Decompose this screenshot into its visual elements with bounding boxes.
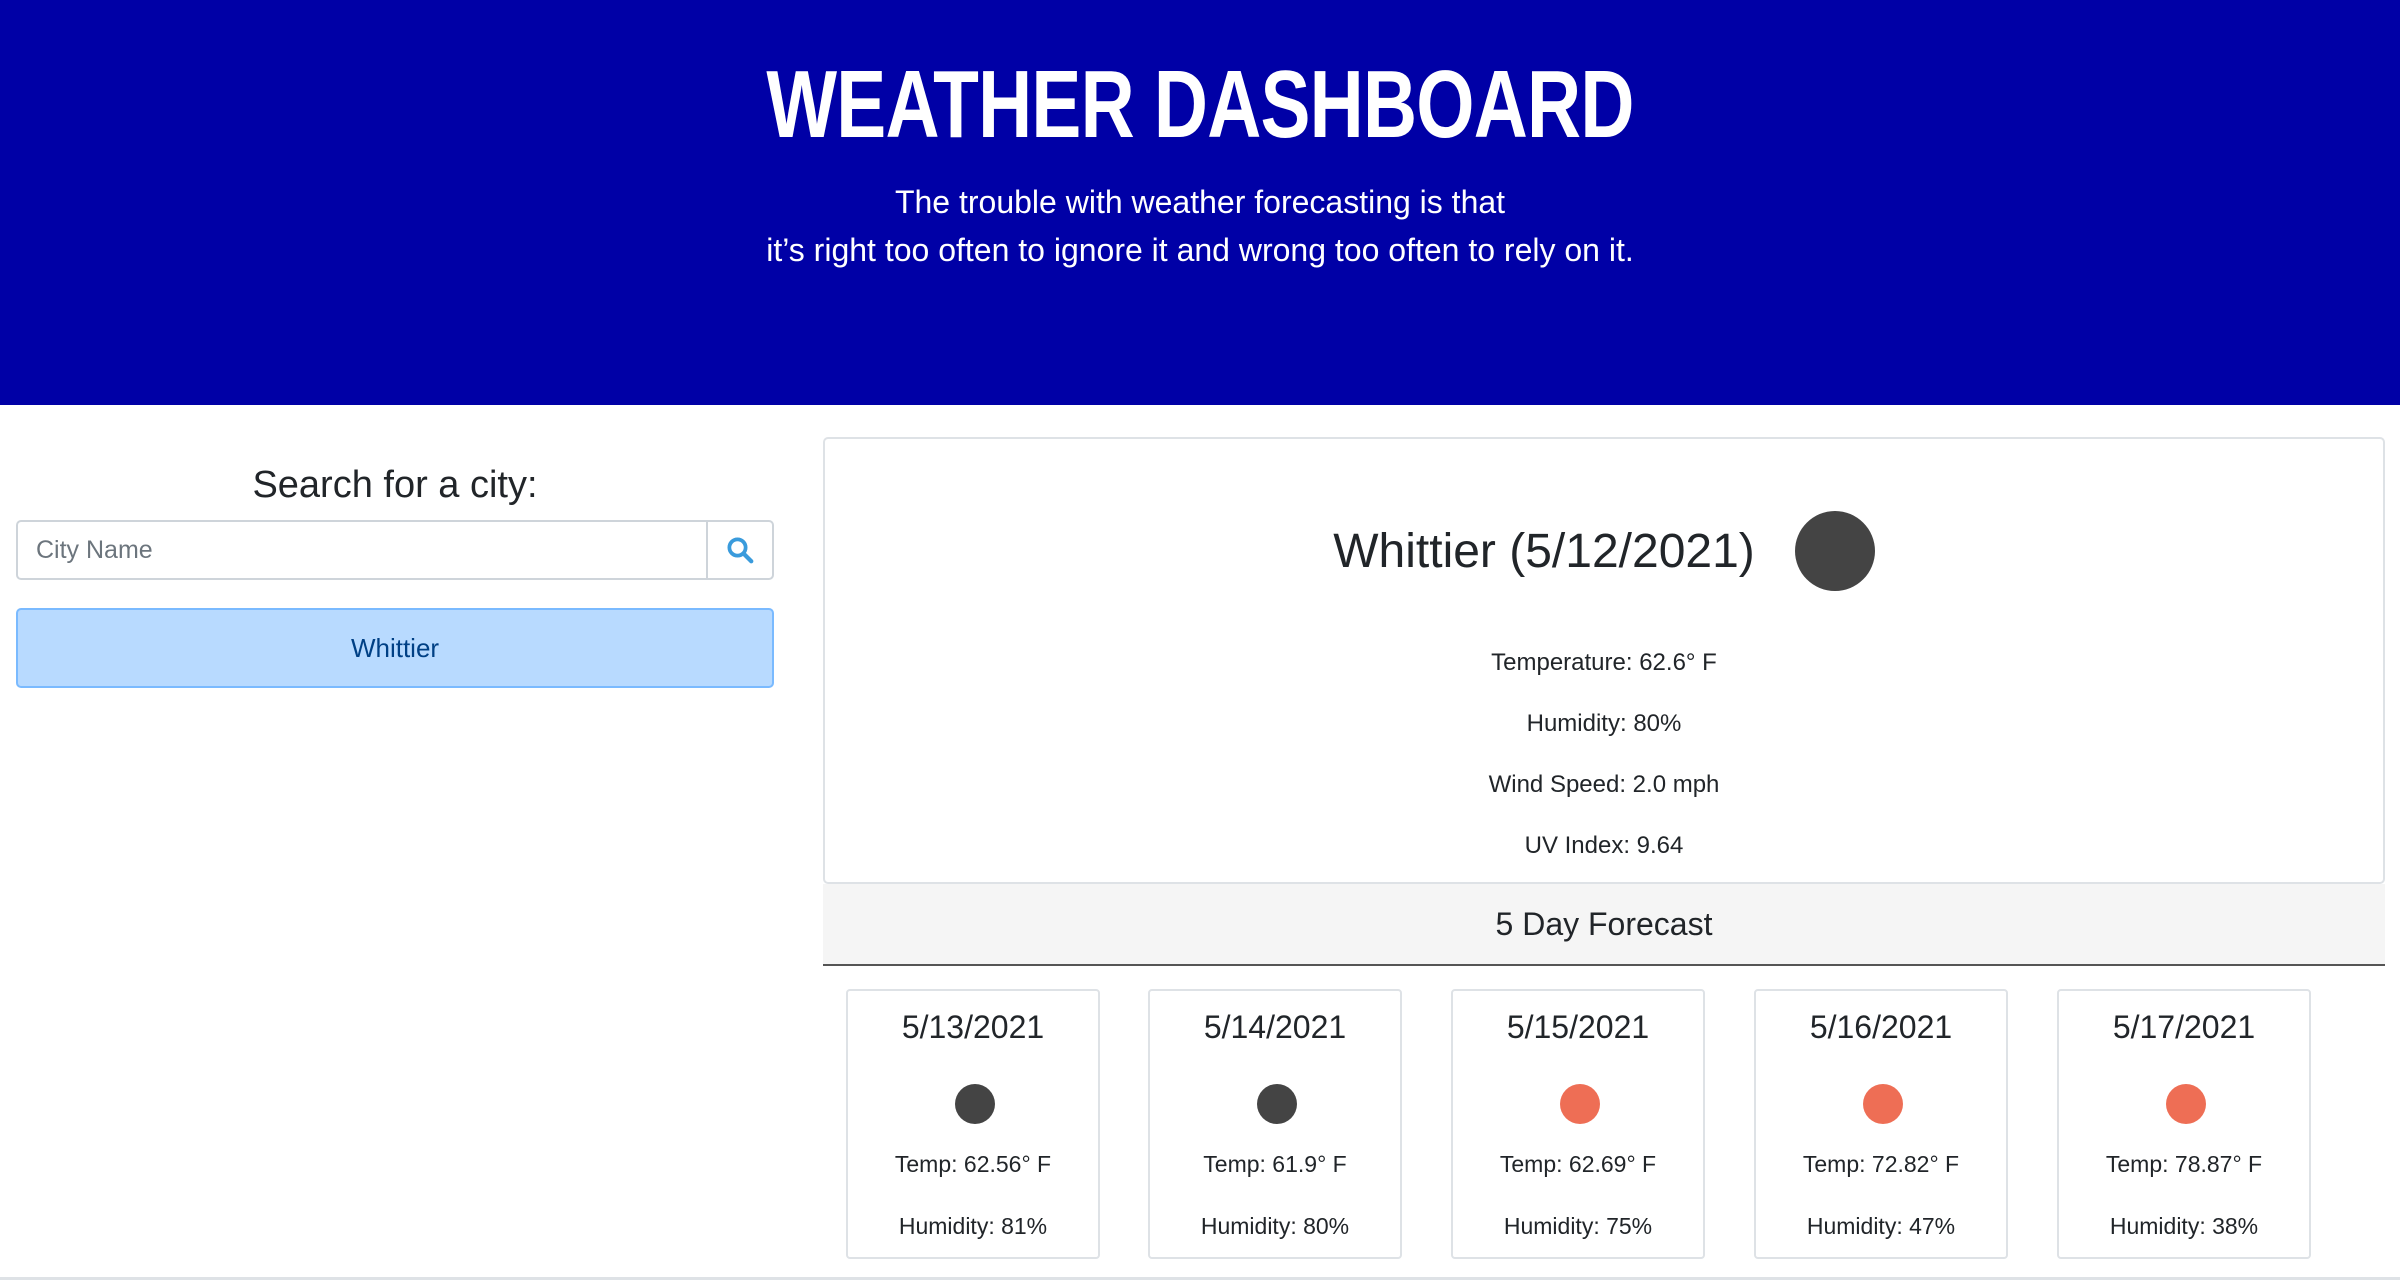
forecast-temp: Temp: 72.82° F [1802,1151,1960,1177]
history-item-whittier[interactable]: Whittier [16,608,774,688]
forecast-humidity: Humidity: 75% [1503,1213,1653,1239]
forecast-heading: 5 Day Forecast [823,884,2385,966]
page-title: WEATHER DASHBOARD [766,51,1634,158]
current-uv-index: UV Index: 9.64 [1524,832,1684,859]
forecast-humidity: Humidity: 81% [898,1213,1048,1239]
forecast-card: 5/16/2021 Temp: 72.82° F Humidity: 47% [1754,989,2008,1259]
forecast-card: 5/13/2021 Temp: 62.56° F Humidity: 81% [846,989,1100,1259]
current-humidity: Humidity: 80% [1526,710,1682,737]
current-temperature: Temperature: 62.6° F [1491,649,1717,676]
current-city-date: Whittier (5/12/2021) [1333,524,1755,578]
forecast-date: 5/14/2021 [1203,1009,1347,1045]
current-weather-header: Whittier (5/12/2021) [825,511,2383,591]
forecast-humidity: Humidity: 47% [1806,1213,1956,1239]
search-heading: Search for a city: [252,464,538,506]
weather-icon [1794,511,1875,591]
forecast-date: 5/13/2021 [901,1009,1045,1045]
weather-icon [2166,1084,2206,1124]
forecast-humidity: Humidity: 38% [2109,1213,2259,1239]
weather-icon [1560,1084,1600,1124]
header-banner: WEATHER DASHBOARD The trouble with weath… [0,0,2400,405]
forecast-date: 5/17/2021 [2112,1009,2256,1045]
forecast-date: 5/15/2021 [1506,1009,1650,1045]
search-panel: Search for a city: Whittier [16,450,774,688]
forecast-temp: Temp: 62.56° F [894,1151,1052,1177]
current-wind-speed: Wind Speed: 2.0 mph [1488,771,1720,798]
weather-icon [955,1084,995,1124]
current-stats: Temperature: 62.6° F Humidity: 80% Wind … [825,645,2383,889]
forecast-humidity: Humidity: 80% [1200,1213,1350,1239]
forecast-card: 5/15/2021 Temp: 62.69° F Humidity: 75% [1451,989,1705,1259]
forecast-temp: Temp: 61.9° F [1203,1151,1347,1177]
current-weather-card: Whittier (5/12/2021) Temperature: 62.6° … [823,437,2385,884]
quote-line-1: The trouble with weather forecasting is … [894,184,1506,220]
forecast-date: 5/16/2021 [1809,1009,1953,1045]
search-group [16,520,774,580]
city-search-input[interactable] [16,520,706,580]
forecast-temp: Temp: 62.69° F [1499,1151,1657,1177]
forecast-card: 5/14/2021 Temp: 61.9° F Humidity: 80% [1148,989,1402,1259]
header-quote: The trouble with weather forecasting is … [0,178,2400,274]
search-icon [727,537,754,564]
forecast-card: 5/17/2021 Temp: 78.87° F Humidity: 38% [2057,989,2311,1259]
quote-line-2: it’s right too often to ignore it and wr… [766,232,1634,268]
forecast-row: 5/13/2021 Temp: 62.56° F Humidity: 81% 5… [846,989,2376,1259]
forecast-temp: Temp: 78.87° F [2105,1151,2263,1177]
weather-icon [1257,1084,1297,1124]
search-button[interactable] [706,520,774,580]
weather-icon [1863,1084,1903,1124]
